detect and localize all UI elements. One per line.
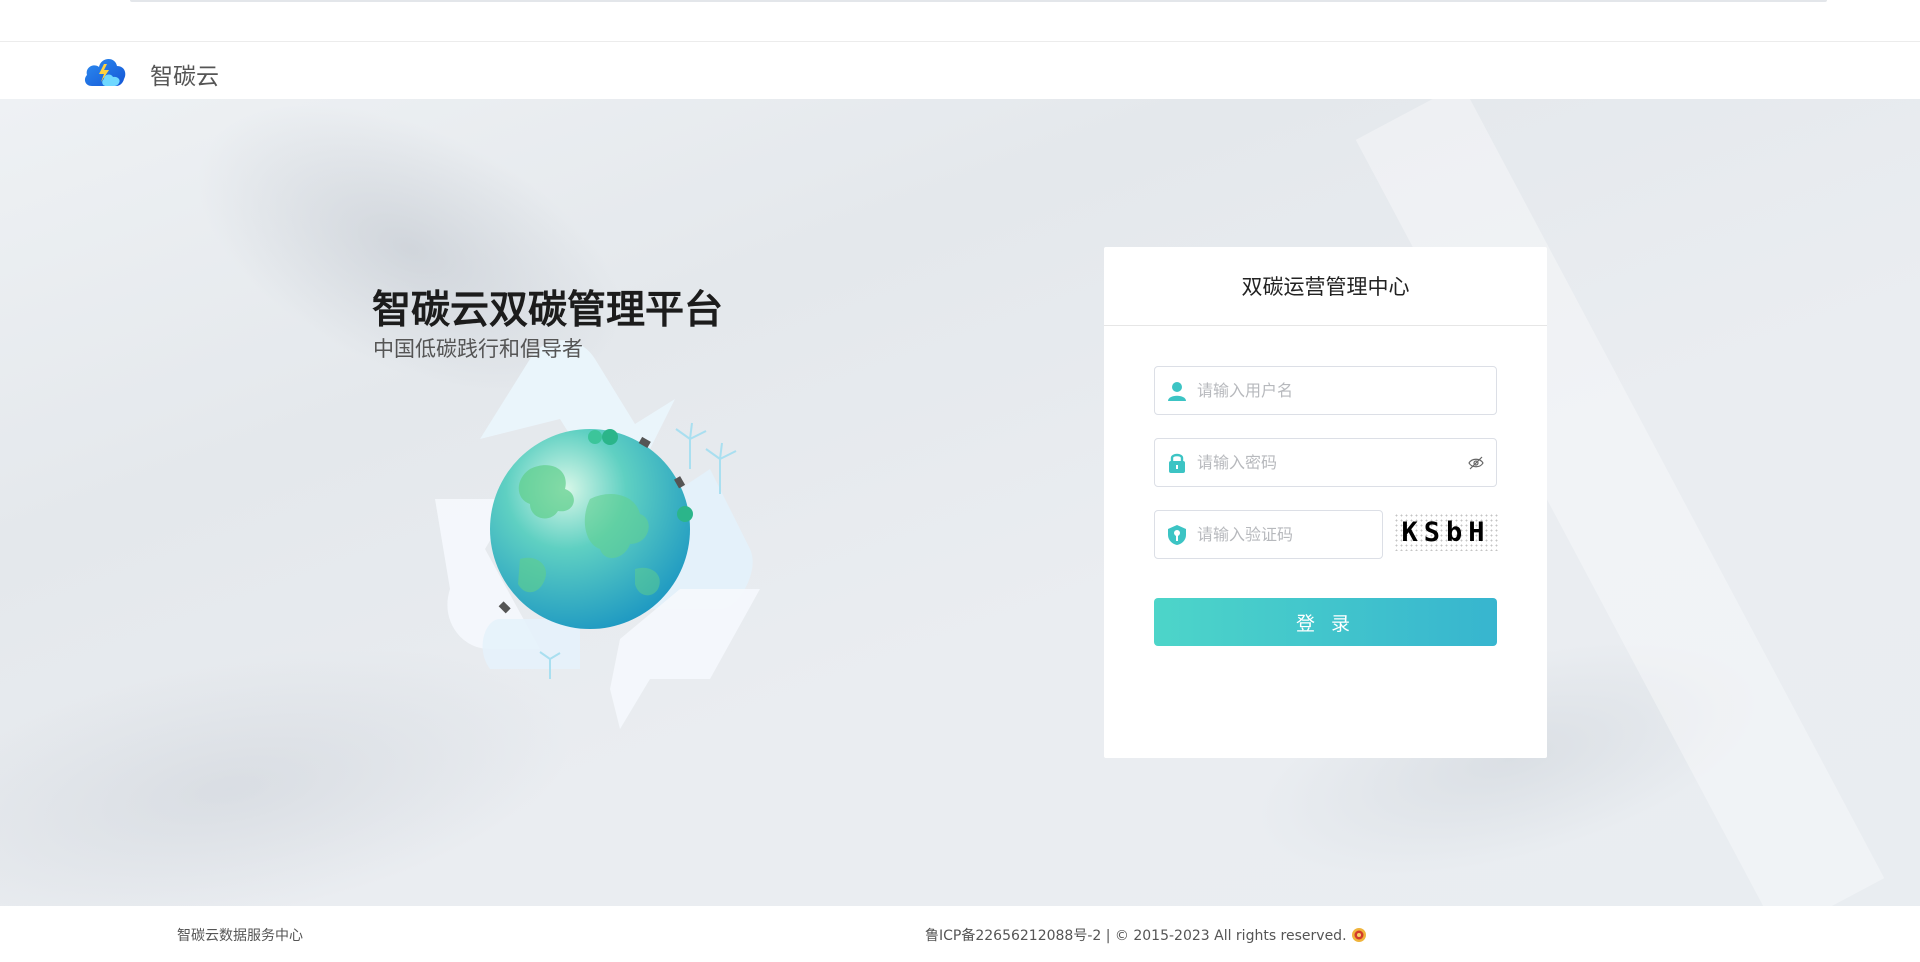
username-input[interactable] (1197, 367, 1457, 414)
captcha-text: KSbH (1401, 516, 1491, 548)
police-badge-icon (1351, 928, 1366, 942)
captcha-field (1154, 510, 1383, 559)
top-strip (0, 0, 1920, 42)
login-card: 双碳运营管理中心 请输入用户名 请输入验证码 KSbH 登 录 (1104, 247, 1547, 758)
username-field (1154, 366, 1497, 415)
site-header: 智碳云 (0, 42, 1920, 99)
captcha-input[interactable] (1197, 511, 1377, 558)
lock-icon (1169, 453, 1185, 473)
page-subtitle: 中国低碳践行和倡导者 (373, 337, 583, 361)
login-title: 双碳运营管理中心 (1104, 247, 1547, 326)
brand-name: 智碳云 (150, 64, 219, 90)
site-footer: 智碳云数据服务中心 鲁ICP备22656212088号-2 | © 2015-2… (0, 906, 1920, 962)
captcha-image[interactable]: KSbH (1394, 513, 1498, 551)
icp-text[interactable]: 鲁ICP备22656212088号-2 | © 2015-2023 All ri… (925, 925, 1347, 945)
login-button[interactable]: 登 录 (1154, 598, 1497, 646)
password-field (1154, 438, 1497, 487)
footer-copyright: 鲁ICP备22656212088号-2 | © 2015-2023 All ri… (925, 925, 1367, 945)
password-input[interactable] (1197, 439, 1457, 486)
recycle-earth-illustration (435, 340, 760, 729)
cloud-lightning-icon[interactable] (82, 52, 128, 90)
eye-off-icon[interactable] (1468, 455, 1484, 471)
hero-section: 智碳云双碳管理平台 中国低碳践行和倡导者 双碳运营管理中心 请输入用户名 请输入… (0, 99, 1920, 906)
user-icon (1168, 382, 1186, 401)
page-title: 智碳云双碳管理平台 (372, 288, 724, 333)
footer-org: 智碳云数据服务中心 (177, 928, 303, 944)
top-strip-line (130, 0, 1827, 2)
shield-key-icon (1168, 525, 1186, 545)
